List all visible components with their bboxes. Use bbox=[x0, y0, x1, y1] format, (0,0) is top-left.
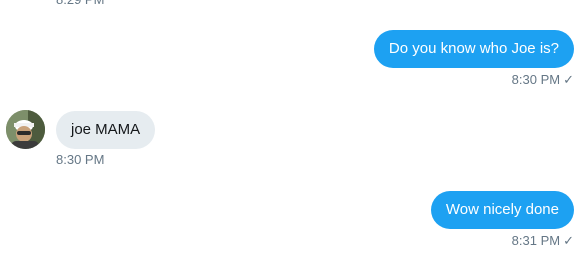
message-timestamp-row: 8:31 PM ✓ bbox=[512, 233, 574, 249]
message-thread: 8:29 PM Do you know who Joe is? 8:30 PM✓… bbox=[0, 0, 584, 255]
sent-message-bubble[interactable]: Wow nicely done bbox=[430, 191, 574, 229]
message-text: Do you know who Joe is? bbox=[388, 40, 559, 57]
message-timestamp: 8:30 PM bbox=[56, 152, 105, 167]
received-message-bubble[interactable]: joe MAMA bbox=[56, 111, 156, 149]
message-timestamp: 8:31 PM bbox=[511, 233, 561, 248]
message-timestamp: 8:30 PM bbox=[511, 72, 561, 87]
check-icon: ✓ bbox=[563, 233, 574, 248]
message-timestamp-row: 8:30 PM ✓ bbox=[512, 72, 574, 88]
message-text: joe MAMA bbox=[71, 121, 141, 138]
sent-message-bubble[interactable]: Do you know who Joe is? bbox=[373, 30, 574, 68]
message-timestamp: 8:29 PM bbox=[56, 0, 104, 8]
message-text: Wow nicely done bbox=[445, 201, 559, 218]
check-icon: ✓ bbox=[563, 72, 574, 87]
user-avatar[interactable] bbox=[6, 110, 45, 149]
